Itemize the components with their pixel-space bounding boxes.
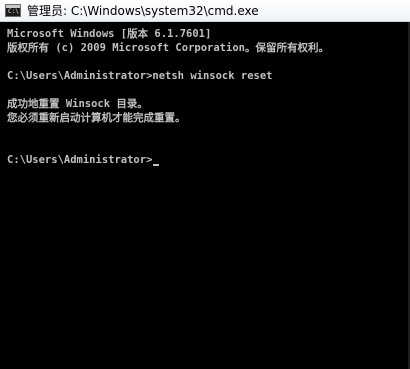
cmd-icon[interactable]: C:\ [5, 4, 21, 17]
console-line: C:\Users\Administrator>netsh winsock res… [7, 70, 273, 82]
console-output[interactable]: Microsoft Windows [版本 6.1.7601] 版权所有 (c)… [0, 22, 410, 369]
title-bar[interactable]: C:\ 管理员: C:\Windows\system32\cmd.exe [0, 0, 410, 22]
console-line: 版权所有 (c) 2009 Microsoft Corporation。保留所有… [7, 42, 329, 54]
text-cursor [153, 164, 160, 166]
console-line: 您必须重新启动计算机才能完成重置。 [7, 112, 186, 124]
prompt-text: C:\Users\Administrator> [7, 154, 153, 166]
command-prompt[interactable]: C:\Users\Administrator> [7, 153, 410, 167]
cmd-icon-glyph: C:\ [8, 8, 19, 15]
window-title: 管理员: C:\Windows\system32\cmd.exe [27, 4, 259, 18]
cmd-window: C:\ 管理员: C:\Windows\system32\cmd.exe Mic… [0, 0, 410, 369]
console-line: 成功地重置 Winsock 目录。 [7, 98, 148, 110]
console-line: Microsoft Windows [版本 6.1.7601] [7, 28, 212, 40]
